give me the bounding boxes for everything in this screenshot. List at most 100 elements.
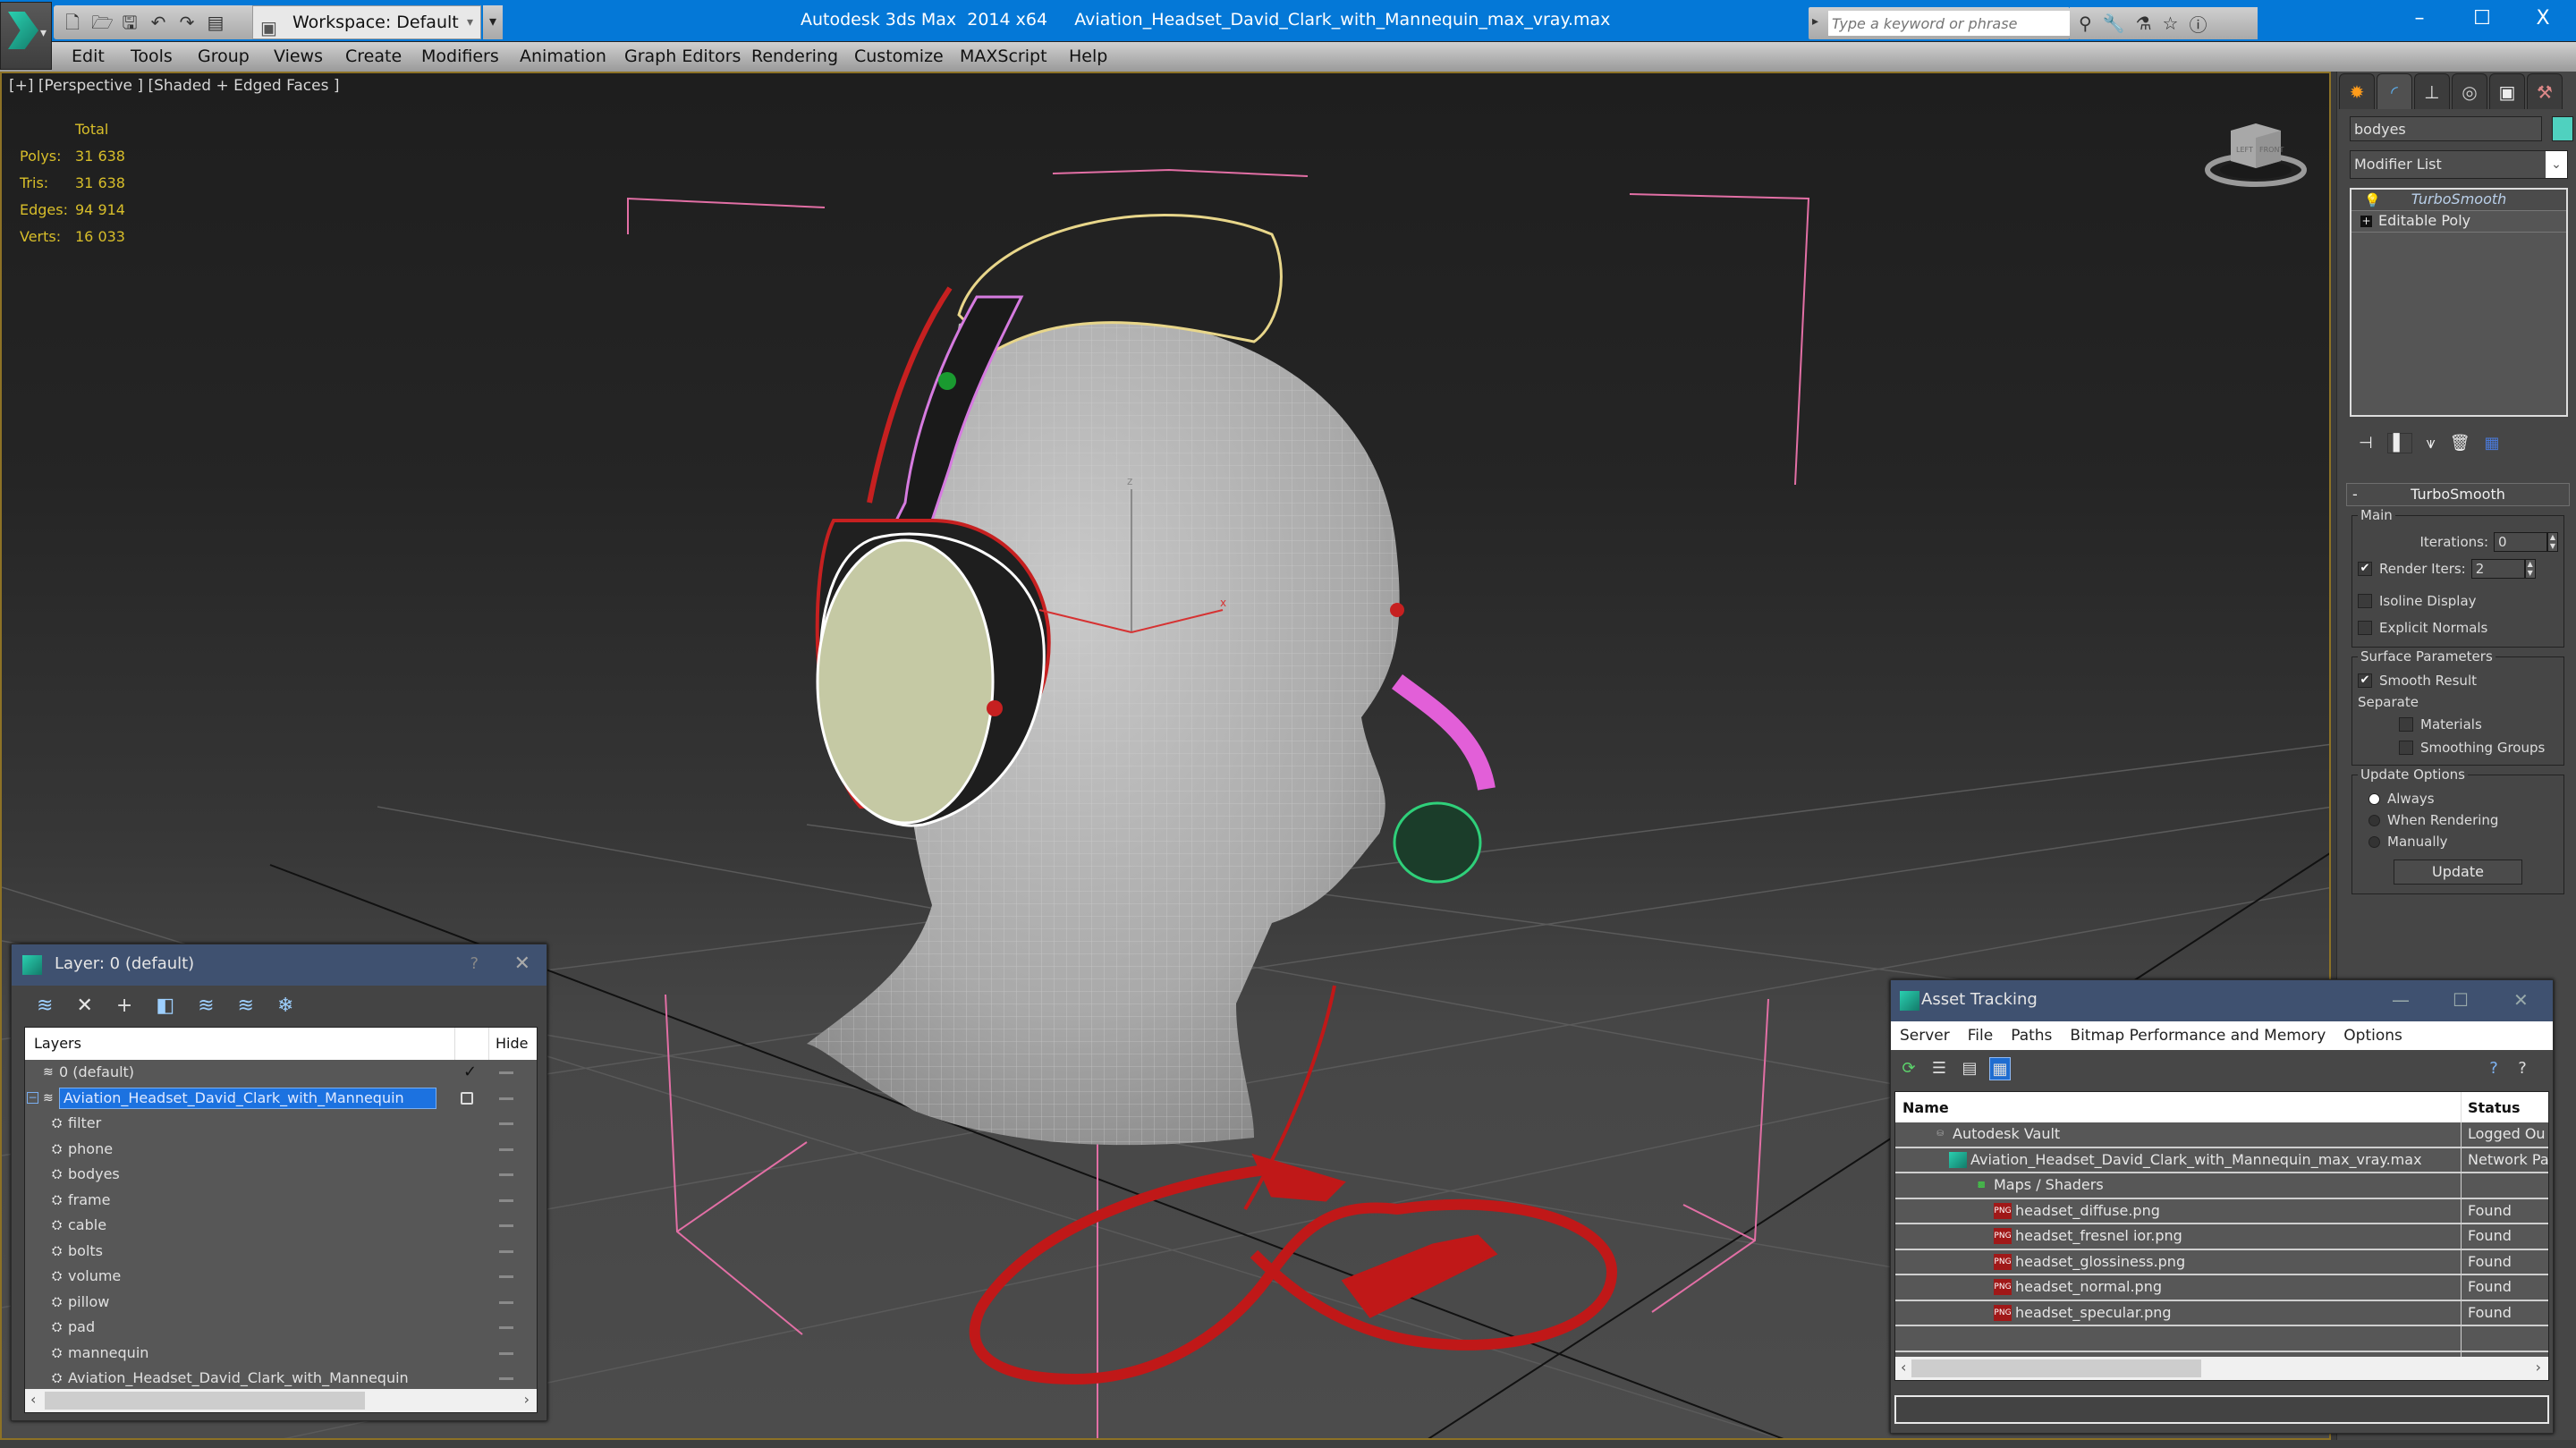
column-header-status[interactable]: Status xyxy=(2468,1099,2521,1116)
save-file-icon[interactable]: 🖫 xyxy=(120,12,140,33)
update-button[interactable]: Update xyxy=(2394,859,2522,885)
smooth-result-checkbox[interactable]: ✔ xyxy=(2358,673,2372,688)
rollout-header[interactable]: - TurboSmooth xyxy=(2346,483,2570,506)
asset-row[interactable]: ⛁ Autodesk Vault Logged Ou xyxy=(1895,1122,2548,1148)
render-iters-checkbox[interactable]: ✔ xyxy=(2358,562,2372,576)
layer-row[interactable]: ⛭ cable xyxy=(25,1213,537,1239)
minimize-button[interactable]: – xyxy=(2388,0,2451,41)
select-objects-icon[interactable]: ◧ xyxy=(156,995,174,1017)
layer-row[interactable]: ⛭ bodyes xyxy=(25,1162,537,1188)
menu-animation[interactable]: Animation xyxy=(520,42,606,72)
horizontal-scrollbar[interactable]: ‹ › xyxy=(25,1389,537,1412)
delete-layer-icon[interactable]: ✕ xyxy=(76,995,92,1017)
when-rendering-radio[interactable] xyxy=(2368,814,2380,826)
column-header-layers[interactable]: Layers xyxy=(34,1035,81,1052)
application-menu-button[interactable]: ▾ xyxy=(0,2,52,70)
asset-row[interactable]: Aviation_Headset_David_Clark_with_Manneq… xyxy=(1895,1147,2548,1173)
layer-row[interactable]: ≋ 0 (default) ✓ xyxy=(25,1060,537,1086)
new-file-icon[interactable]: 🗋 xyxy=(63,12,82,33)
utilities-tab[interactable]: ⚒ xyxy=(2527,73,2563,109)
refresh-icon[interactable]: ⟳ xyxy=(1898,1057,1919,1080)
modify-tab[interactable]: ◜ xyxy=(2377,73,2412,109)
menu-views[interactable]: Views xyxy=(274,42,323,72)
menu-modifiers[interactable]: Modifiers xyxy=(421,42,499,72)
smoothing-groups-checkbox[interactable] xyxy=(2399,741,2413,755)
horizontal-scrollbar[interactable]: ‹ › xyxy=(1895,1357,2548,1380)
menu-server[interactable]: Server xyxy=(1900,1027,1950,1045)
menu-create[interactable]: Create xyxy=(345,42,402,72)
isoline-display-checkbox[interactable] xyxy=(2358,594,2372,608)
viewcube-left-label[interactable]: LEFT xyxy=(2236,146,2253,154)
make-unique-icon[interactable]: ⩛ xyxy=(2427,434,2436,453)
iterations-spinner[interactable]: 0 xyxy=(2494,532,2547,552)
close-button[interactable]: ✕ xyxy=(514,944,530,984)
maximize-button[interactable]: ☐ xyxy=(2453,980,2469,1020)
hide-toggle[interactable] xyxy=(499,1275,513,1278)
hide-toggle[interactable] xyxy=(499,1351,513,1355)
always-radio[interactable] xyxy=(2368,792,2380,805)
context-help-icon[interactable]: ? xyxy=(2512,1057,2533,1080)
scroll-left-icon[interactable]: ‹ xyxy=(30,1391,36,1408)
create-tab[interactable]: ✹ xyxy=(2339,73,2375,109)
asset-row[interactable]: ▩ Maps / Shaders xyxy=(1895,1173,2548,1199)
hide-toggle[interactable] xyxy=(499,1326,513,1329)
hierarchy-tab[interactable]: ⊥ xyxy=(2414,73,2450,109)
open-file-icon[interactable]: 🗁 xyxy=(91,12,114,33)
spinner-arrows[interactable]: ▲ ▼ xyxy=(2547,532,2558,552)
hide-toggle[interactable] xyxy=(499,1071,513,1074)
add-to-layer-icon[interactable]: + xyxy=(116,995,132,1017)
scroll-right-icon[interactable]: › xyxy=(524,1391,530,1408)
help-icon[interactable]: ? xyxy=(2483,1057,2504,1080)
expand-plus-icon[interactable]: + xyxy=(2360,216,2372,227)
help-icon[interactable]: ⓘ xyxy=(2189,11,2207,37)
microphone-boom[interactable] xyxy=(1390,603,1496,884)
menu-options[interactable]: Options xyxy=(2343,1027,2402,1045)
manually-radio[interactable] xyxy=(2368,835,2380,848)
favorites-star-icon[interactable]: ☆ xyxy=(2163,13,2179,34)
select-layer-icon[interactable]: ≋ xyxy=(198,995,214,1017)
layer-row[interactable]: ⛭ pad xyxy=(25,1315,537,1341)
scrollbar-thumb[interactable] xyxy=(1911,1359,2201,1377)
spinner-arrows[interactable]: ▲ ▼ xyxy=(2524,559,2536,579)
materials-checkbox[interactable] xyxy=(2399,717,2413,732)
search-input[interactable] xyxy=(1828,11,2086,36)
menu-maxscript[interactable]: MAXScript xyxy=(960,42,1047,72)
object-name-field[interactable] xyxy=(2350,116,2542,141)
menu-edit[interactable]: Edit xyxy=(72,42,105,72)
modifier-list-dropdown[interactable]: Modifier List ⌄ xyxy=(2350,150,2568,179)
menu-customize[interactable]: Customize xyxy=(854,42,944,72)
asset-row[interactable]: PNG headset_normal.png Found xyxy=(1895,1275,2548,1301)
asset-row[interactable]: PNG headset_specular.png Found xyxy=(1895,1300,2548,1326)
create-layer-icon[interactable]: ≋ xyxy=(37,995,53,1017)
close-button[interactable]: ✕ xyxy=(2513,980,2529,1020)
table-view-icon[interactable]: ▦ xyxy=(1989,1057,2011,1080)
layer-row[interactable]: − ≋ Aviation_Headset_David_Clark_with_Mann… xyxy=(25,1086,537,1112)
tree-view-icon[interactable]: ▤ xyxy=(1959,1057,1980,1080)
configure-modifier-sets-icon[interactable]: ▦ xyxy=(2485,434,2500,453)
undo-icon[interactable]: ↶ xyxy=(148,12,168,33)
show-end-result-icon[interactable]: ▌ xyxy=(2386,432,2412,453)
object-color-swatch[interactable] xyxy=(2552,116,2573,141)
freeze-layer-icon[interactable]: ❄ xyxy=(277,995,293,1017)
subscription-icon[interactable]: 🔧 xyxy=(2103,13,2125,34)
collapse-icon[interactable]: − xyxy=(27,1091,38,1104)
menu-group[interactable]: Group xyxy=(198,42,250,72)
hide-toggle[interactable] xyxy=(499,1249,513,1253)
hide-toggle[interactable] xyxy=(499,1224,513,1227)
workspace-dropdown[interactable]: ▣ Workspace: Default ▾ xyxy=(252,5,481,39)
hide-toggle[interactable] xyxy=(499,1198,513,1202)
column-header-name[interactable]: Name xyxy=(1902,1099,1949,1116)
set-current-layer-toggle[interactable] xyxy=(461,1091,473,1105)
layer-row[interactable]: ⛭ Aviation_Headset_David_Clark_with_Manne… xyxy=(25,1366,537,1392)
menu-paths[interactable]: Paths xyxy=(2011,1027,2052,1045)
hide-toggle[interactable] xyxy=(499,1097,513,1100)
project-folder-icon[interactable]: ▤ xyxy=(206,12,225,33)
hide-toggle[interactable] xyxy=(499,1122,513,1125)
menu-tools[interactable]: Tools xyxy=(131,42,173,72)
menu-graph-editors[interactable]: Graph Editors xyxy=(624,42,741,72)
asset-tracking-titlebar[interactable]: Asset Tracking — ☐ ✕ xyxy=(1891,980,2553,1021)
render-iters-spinner[interactable]: 2 xyxy=(2470,559,2525,579)
layer-row[interactable]: ⛭ volume xyxy=(25,1264,537,1290)
menu-rendering[interactable]: Rendering xyxy=(751,42,838,72)
remove-modifier-icon[interactable]: 🗑 xyxy=(2450,434,2470,453)
